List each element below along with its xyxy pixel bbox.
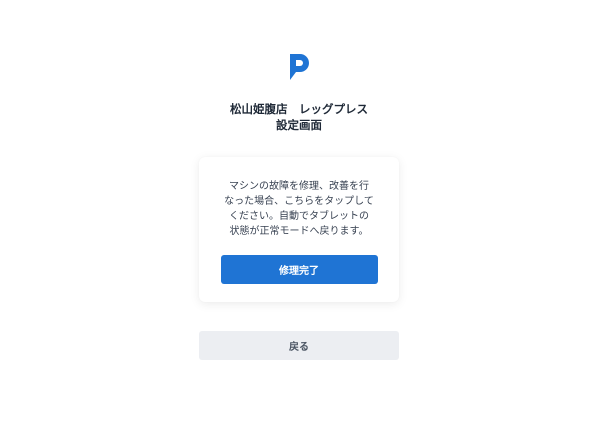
page-title-line-1: 松山姫腹店 レッグプレス: [230, 102, 368, 116]
repair-message-line: マシンの故障を修理、改善を行: [229, 181, 369, 192]
page-title: 松山姫腹店 レッグプレス 設定画面: [230, 101, 368, 133]
brand-p-logo-icon: [290, 54, 309, 80]
repair-message-line: なった場合、こちらをタップして: [224, 196, 374, 207]
repair-complete-button[interactable]: 修理完了: [220, 255, 378, 284]
settings-page: 松山姫腹店 レッグプレス 設定画面 マシンの故障を修理、改善を行 なった場合、こ…: [0, 0, 598, 429]
back-button[interactable]: 戻る: [199, 331, 399, 360]
repair-message: マシンの故障を修理、改善を行 なった場合、こちらをタップして ください。自動でタ…: [220, 179, 378, 239]
page-title-line-2: 設定画面: [276, 118, 322, 132]
repair-message-line: 状態が正常モードへ戻ります。: [229, 226, 369, 237]
repair-message-line: ください。自動でタブレットの: [229, 211, 369, 222]
repair-card: マシンの故障を修理、改善を行 なった場合、こちらをタップして ください。自動でタ…: [199, 157, 399, 302]
